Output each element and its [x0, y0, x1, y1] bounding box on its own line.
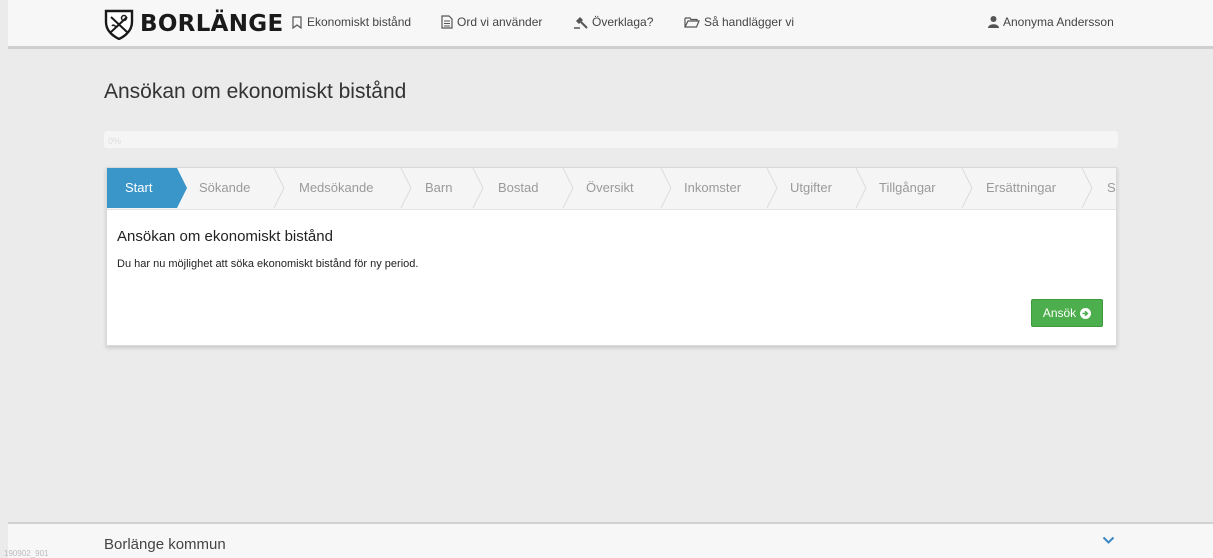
page-title: Ansökan om ekonomiskt bistånd [104, 80, 407, 103]
user-name: Anonyma Andersson [1003, 15, 1114, 29]
chevron-down-icon[interactable] [1102, 536, 1115, 545]
top-navbar: BORLÄNGE Ekonomiskt bistånd Ord vi använ… [8, 0, 1213, 49]
user-icon [988, 16, 999, 28]
folder-open-icon [684, 17, 700, 28]
footer-title: Borlänge kommun [104, 536, 226, 553]
progress-bar: 0% [104, 131, 1118, 148]
version-label: 190902_901 [4, 549, 49, 558]
step-label: Utgifter [790, 180, 832, 195]
step-separator [472, 168, 484, 208]
progress-label: 0% [108, 136, 122, 146]
step-separator [855, 168, 867, 208]
user-menu[interactable]: Anonyma Andersson [988, 15, 1114, 29]
step-label: S [1107, 180, 1116, 195]
nav-sa-handlagger-vi[interactable]: Så handlägger vi [684, 15, 794, 29]
step-label: Inkomster [684, 180, 742, 195]
step-utgifter[interactable]: Utgifter [790, 168, 832, 208]
application-panel: Start Sökande Medsökande Barn Bostad Öve… [106, 167, 1117, 346]
nav-label: Överklaga? [592, 15, 654, 29]
step-truncated[interactable]: S [1107, 168, 1116, 208]
step-label: Översikt [586, 180, 634, 195]
step-label: Start [125, 180, 153, 195]
step-bostad[interactable]: Bostad [498, 168, 538, 208]
bookmark-icon [292, 15, 302, 29]
step-start[interactable]: Start [107, 168, 177, 208]
step-active-arrow [177, 168, 187, 208]
step-ersattningar[interactable]: Ersättningar [986, 168, 1056, 208]
step-barn[interactable]: Barn [425, 168, 452, 208]
nav-label: Så handlägger vi [704, 15, 795, 29]
gavel-icon [574, 16, 588, 29]
document-icon [441, 15, 453, 29]
step-label: Barn [425, 180, 453, 195]
step-separator [1081, 168, 1093, 208]
step-medsokande[interactable]: Medsökande [299, 168, 373, 208]
step-separator [273, 168, 285, 208]
arrow-circle-right-icon [1080, 307, 1092, 319]
step-sokande[interactable]: Sökande [199, 168, 250, 208]
content-text: Du har nu möjlighet att söka ekonomiskt … [117, 258, 419, 270]
step-separator [562, 168, 574, 208]
step-label: Ersättningar [986, 180, 1057, 195]
step-separator [961, 168, 973, 208]
step-label: Medsökande [299, 180, 374, 195]
step-tillgangar[interactable]: Tillgångar [879, 168, 936, 208]
step-label: Bostad [498, 180, 539, 195]
shield-logo-icon [104, 9, 134, 40]
brand-logo[interactable]: BORLÄNGE [104, 8, 284, 40]
step-inkomster[interactable]: Inkomster [684, 168, 741, 208]
step-separator [660, 168, 672, 208]
apply-button[interactable]: Ansök [1031, 299, 1103, 327]
step-oversikt[interactable]: Översikt [586, 168, 634, 208]
content-title: Ansökan om ekonomiskt bistånd [117, 228, 333, 245]
step-separator [400, 168, 412, 208]
nav-ekonomiskt-bistand[interactable]: Ekonomiskt bistånd [291, 15, 411, 29]
nav-label: Ekonomiskt bistånd [307, 15, 412, 29]
nav-ord-vi-anvander[interactable]: Ord vi använder [441, 15, 542, 29]
step-separator [766, 168, 778, 208]
footer: Borlänge kommun [8, 522, 1213, 558]
nav-overklaga[interactable]: Överklaga? [574, 15, 653, 29]
nav-label: Ord vi använder [457, 15, 543, 29]
wizard-steps: Start Sökande Medsökande Barn Bostad Öve… [107, 168, 1116, 210]
apply-button-label: Ansök [1042, 306, 1077, 320]
brand-name: BORLÄNGE [140, 11, 284, 37]
step-label: Tillgångar [879, 180, 936, 195]
step-label: Sökande [199, 180, 251, 195]
